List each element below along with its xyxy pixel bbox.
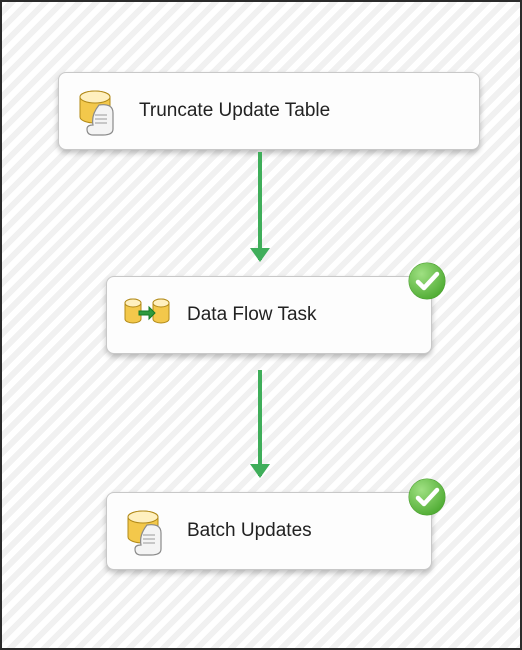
task-data-flow-task[interactable]: Data Flow Task [106,276,432,354]
success-check-icon [407,477,447,517]
task-label: Batch Updates [187,519,413,543]
task-batch-updates[interactable]: Batch Updates [106,492,432,570]
precedence-arrow-2[interactable] [258,370,262,476]
data-flow-icon [121,289,173,341]
task-truncate-update-table[interactable]: Truncate Update Table [58,72,480,150]
sql-script-icon [121,505,173,557]
task-label: Truncate Update Table [139,99,461,123]
sql-script-icon [73,85,125,137]
success-check-icon [407,261,447,301]
precedence-arrow-1[interactable] [258,152,262,260]
ssis-control-flow-canvas[interactable]: Truncate Update Table Data Flow Task [2,2,520,648]
task-label: Data Flow Task [187,303,413,327]
